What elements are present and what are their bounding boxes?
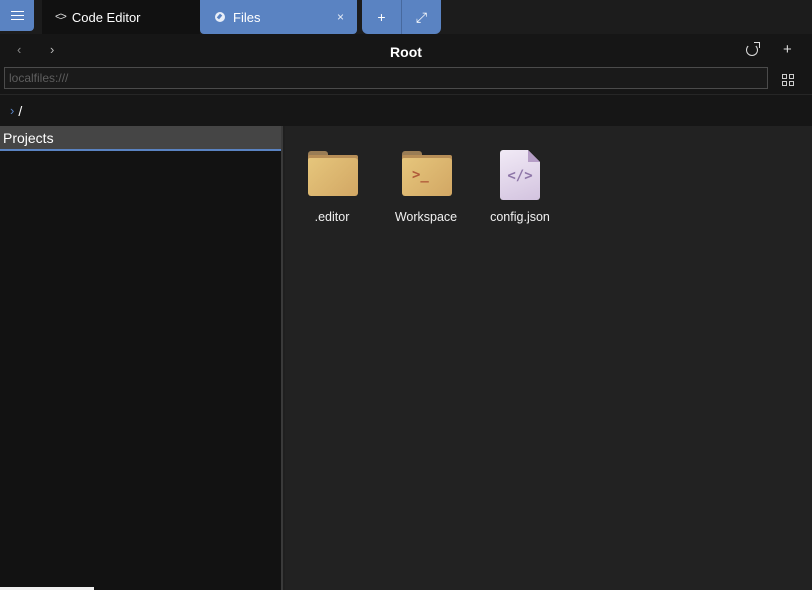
hamburger-icon bbox=[10, 11, 24, 20]
refresh-icon[interactable] bbox=[746, 42, 760, 56]
folder-icon bbox=[287, 138, 377, 196]
top-bar: <> Code Editor Files × + ⤢ bbox=[0, 0, 812, 34]
navigation-bar: ‹ › Root + bbox=[0, 34, 812, 94]
tab-code-editor[interactable]: <> Code Editor bbox=[42, 0, 200, 34]
file-browser: .editor >_ Workspace </> config.json bbox=[285, 126, 812, 590]
path-input[interactable] bbox=[4, 67, 768, 89]
tab-label: Files bbox=[233, 9, 261, 25]
chevron-right-icon: › bbox=[10, 103, 15, 118]
tab-files[interactable]: Files × bbox=[200, 0, 357, 34]
file-item-workspace[interactable]: >_ Workspace bbox=[381, 138, 471, 224]
tab-label: Code Editor bbox=[71, 9, 141, 25]
menu-button[interactable] bbox=[0, 0, 34, 31]
terminal-folder-icon: >_ bbox=[381, 138, 471, 196]
file-item-editor[interactable]: .editor bbox=[287, 138, 377, 224]
compass-icon bbox=[215, 12, 225, 22]
grid-view-icon[interactable] bbox=[782, 74, 794, 86]
breadcrumb-root[interactable]: / bbox=[18, 103, 22, 119]
add-button[interactable]: + bbox=[783, 41, 792, 58]
close-icon[interactable]: × bbox=[337, 10, 344, 24]
file-name: config.json bbox=[490, 210, 550, 224]
expand-icon: ⤢ bbox=[415, 8, 428, 25]
page-title: Root bbox=[390, 44, 422, 60]
maximize-button[interactable]: ⤢ bbox=[401, 0, 441, 34]
file-item-config[interactable]: </> config.json bbox=[475, 138, 565, 224]
breadcrumb: › / bbox=[0, 94, 812, 126]
new-tab-button[interactable]: + bbox=[362, 0, 401, 34]
sidebar-header[interactable]: Projects bbox=[0, 126, 281, 151]
projects-sidebar: Projects bbox=[0, 126, 283, 590]
code-icon: <> bbox=[55, 11, 67, 23]
plus-icon: + bbox=[377, 9, 386, 25]
window-button-group: + ⤢ bbox=[362, 0, 441, 34]
file-name: .editor bbox=[314, 210, 350, 224]
code-file-icon: </> bbox=[475, 138, 565, 200]
file-name: Workspace bbox=[394, 210, 458, 224]
